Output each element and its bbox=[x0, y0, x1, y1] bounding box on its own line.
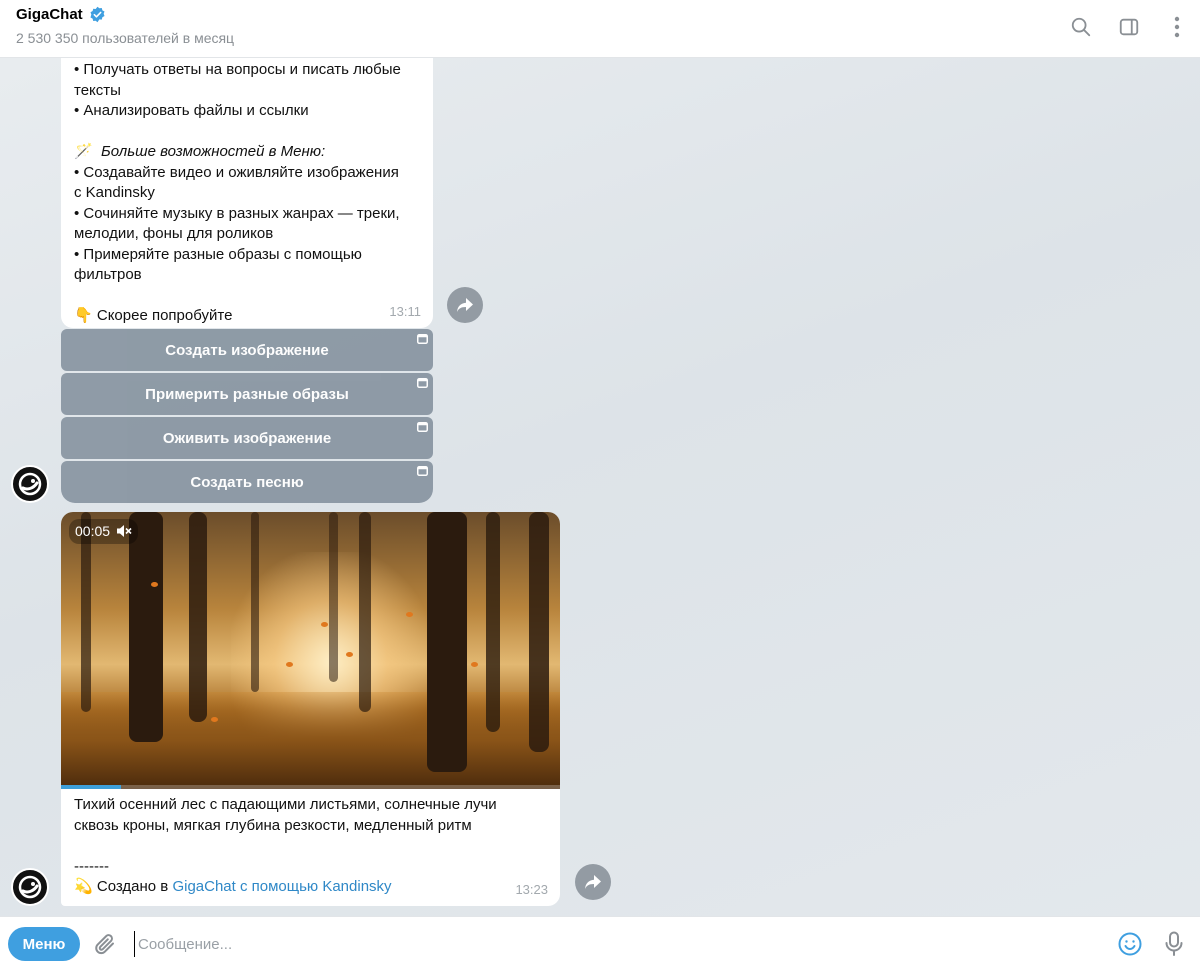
keyboard-button-label: Создать песню bbox=[190, 473, 304, 491]
message-line: • Анализировать файлы и ссылки bbox=[74, 102, 309, 119]
gigachat-logo-icon bbox=[18, 875, 42, 899]
falling-leaf bbox=[471, 662, 478, 667]
caption-text: Тихий осенний лес с падающими листьями, … bbox=[74, 796, 497, 813]
falling-leaf bbox=[151, 582, 158, 587]
chat-area[interactable]: • Получать ответы на вопросы и писать лю… bbox=[0, 58, 1200, 916]
video-message-bubble[interactable]: 00:05 Тихий осенний лес с падающими лист… bbox=[61, 512, 560, 906]
tree-trunk bbox=[359, 512, 371, 712]
falling-leaf bbox=[321, 622, 328, 627]
emoji-icon[interactable] bbox=[1116, 930, 1144, 958]
message-line: • Создавайте видео и оживляйте изображен… bbox=[74, 163, 399, 181]
microphone-icon[interactable] bbox=[1160, 930, 1188, 958]
caption-separator: ------- bbox=[74, 857, 109, 875]
message-line: 👇 Скорее попробуйте bbox=[74, 306, 419, 327]
video-time-label: 00:05 bbox=[75, 523, 111, 539]
muted-speaker-icon bbox=[117, 525, 132, 538]
open-app-icon bbox=[417, 378, 428, 388]
keyboard-button-label: Создать изображение bbox=[165, 341, 329, 359]
sidebar-toggle-icon[interactable] bbox=[1116, 14, 1142, 40]
falling-leaf bbox=[406, 612, 413, 617]
video-progress-fill bbox=[61, 785, 121, 789]
keyboard-button-try-looks[interactable]: Примерить разные образы bbox=[61, 373, 433, 415]
search-icon[interactable] bbox=[1068, 14, 1094, 40]
forward-icon bbox=[457, 298, 473, 312]
falling-leaf bbox=[211, 717, 218, 722]
chat-title: GigaChat bbox=[16, 6, 83, 23]
open-app-icon bbox=[417, 466, 428, 476]
keyboard-button-label: Примерить разные образы bbox=[145, 385, 349, 403]
video-caption: Тихий осенний лес с падающими листьями, … bbox=[74, 795, 544, 898]
caption-text: сквозь кроны, мягкая глубина резкости, м… bbox=[74, 816, 472, 834]
open-app-icon bbox=[417, 422, 428, 432]
keyboard-button-label: Оживить изображение bbox=[162, 429, 332, 447]
composer-bar: Меню bbox=[0, 916, 1200, 971]
message-line: с Kandinsky bbox=[74, 184, 155, 201]
message-time: 13:23 bbox=[515, 881, 548, 897]
tree-trunk bbox=[251, 512, 259, 692]
message-line: тексты bbox=[74, 81, 121, 99]
message-time: 13:11 bbox=[389, 303, 421, 319]
video-duration: 00:05 bbox=[69, 519, 139, 544]
gigachat-link[interactable]: GigaChat с помощью Kandinsky bbox=[172, 878, 391, 895]
tree-trunk bbox=[427, 512, 467, 772]
message-line: 🪄 Больше возможностей в Меню: bbox=[74, 142, 419, 163]
tree-trunk bbox=[189, 512, 207, 722]
point-down-emoji: 👇 bbox=[74, 307, 93, 324]
forward-button[interactable] bbox=[447, 287, 483, 323]
chat-title-row[interactable]: GigaChat bbox=[16, 6, 106, 23]
falling-leaf bbox=[286, 662, 293, 667]
chat-header: GigaChat 2 530 350 пользователей в месяц bbox=[0, 0, 1200, 58]
bot-avatar[interactable] bbox=[11, 868, 49, 906]
magic-wand-emoji: 🪄 bbox=[74, 143, 93, 160]
message-line bbox=[74, 286, 419, 307]
verified-icon bbox=[89, 6, 106, 23]
message-line bbox=[74, 122, 419, 143]
chat-subtitle: 2 530 350 пользователей в месяц bbox=[16, 30, 235, 46]
message-line: фильтров bbox=[74, 266, 142, 283]
try-now-text: Скорее попробуйте bbox=[96, 307, 233, 324]
message-input[interactable] bbox=[134, 931, 1094, 957]
message-line: мелодии, фоны для роликов bbox=[74, 225, 274, 242]
tree-trunk bbox=[486, 512, 500, 732]
keyboard-button-create-image[interactable]: Создать изображение bbox=[61, 329, 433, 371]
attach-icon[interactable] bbox=[91, 930, 119, 958]
video-preview[interactable]: 00:05 bbox=[61, 512, 560, 789]
video-progress-bar[interactable] bbox=[61, 785, 560, 789]
forward-icon bbox=[585, 875, 601, 889]
keyboard-button-animate-image[interactable]: Оживить изображение bbox=[61, 417, 433, 459]
open-app-icon bbox=[417, 334, 428, 344]
message-bubble[interactable]: • Получать ответы на вопросы и писать лю… bbox=[61, 58, 433, 328]
dizzy-emoji: 💫 bbox=[74, 878, 93, 895]
tree-trunk bbox=[329, 512, 338, 682]
gigachat-logo-icon bbox=[18, 472, 42, 496]
bot-menu-button[interactable]: Меню bbox=[8, 927, 80, 961]
tree-trunk bbox=[129, 512, 163, 742]
tree-trunk bbox=[529, 512, 549, 752]
message-line: • Примеряйте разные образы с помощью bbox=[74, 245, 362, 263]
falling-leaf bbox=[346, 652, 353, 657]
menu-features-heading: Больше возможностей в Меню: bbox=[101, 143, 326, 160]
forward-button[interactable] bbox=[575, 864, 611, 900]
keyboard-button-create-song[interactable]: Создать песню bbox=[61, 461, 433, 503]
header-actions bbox=[1068, 14, 1190, 40]
message-line: • Сочиняйте музыку в разных жанрах — тре… bbox=[74, 204, 400, 222]
more-vertical-icon[interactable] bbox=[1164, 14, 1190, 40]
created-with-line: 💫 Создано в GigaChat с помощью Kandinsky bbox=[74, 877, 544, 898]
bot-avatar[interactable] bbox=[11, 465, 49, 503]
message-line: • Получать ответы на вопросы и писать лю… bbox=[74, 61, 401, 78]
created-prefix: Создано в bbox=[92, 878, 173, 895]
